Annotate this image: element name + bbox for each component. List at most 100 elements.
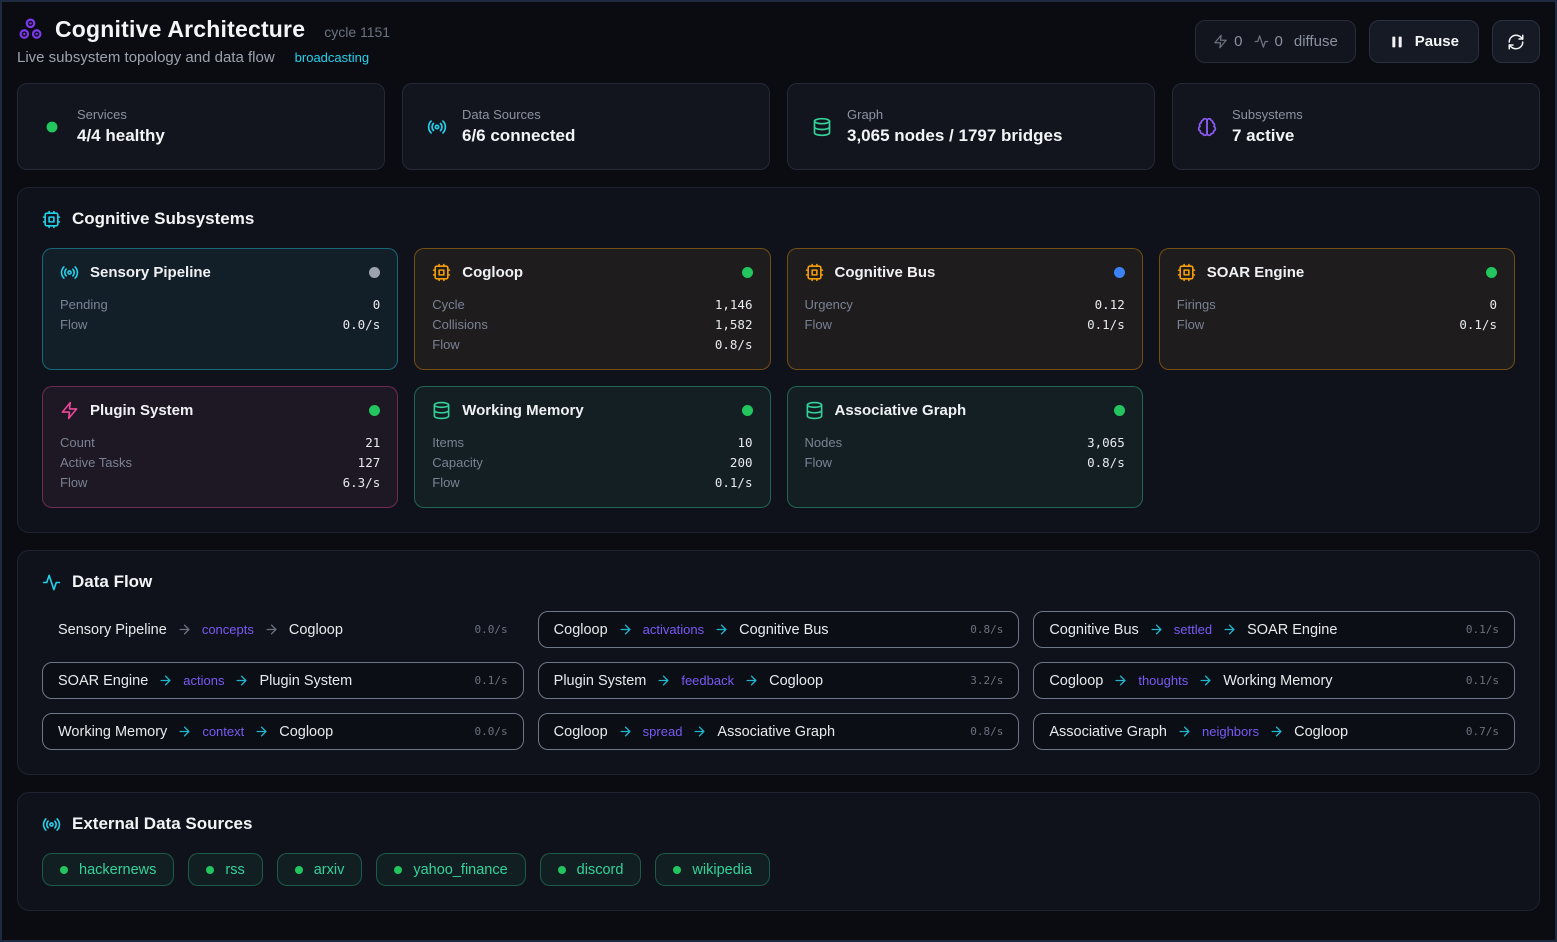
flow-target: Cogloop xyxy=(279,723,334,740)
page-subtitle: Live subsystem topology and data flow xyxy=(17,49,275,66)
arrow-right-icon xyxy=(1269,724,1284,739)
stat-label: Subsystems xyxy=(1232,107,1303,122)
subsystem-stat-row: Flow 6.3/s xyxy=(60,473,380,493)
stat-value: 127 xyxy=(357,455,381,470)
stat-label: Count xyxy=(60,435,95,450)
stat-label: Flow xyxy=(60,475,88,490)
cpu-icon xyxy=(42,210,61,229)
stat-card-subsystems: Subsystems 7 active xyxy=(1172,83,1540,170)
subsystem-card-cognitive-bus: Cognitive Bus Urgency 0.12 Flow 0.1/s xyxy=(786,248,1143,370)
stat-value: 0 xyxy=(372,297,381,312)
flow-source: Plugin System xyxy=(553,672,647,689)
subsystem-stat-row: Cycle 1,146 xyxy=(432,295,752,315)
subsystem-stat-row: Capacity 200 xyxy=(432,453,752,473)
stat-label: Collisions xyxy=(432,317,488,332)
flow-chip-cogloop-working-memory: Cogloop thoughts Working Memory 0.1/s xyxy=(1033,662,1515,699)
stat-label: Items xyxy=(432,435,465,450)
radio-icon xyxy=(60,263,79,282)
subsystem-stat-row: Nodes 3,065 xyxy=(805,433,1125,453)
arrow-right-icon xyxy=(234,673,249,688)
flow-target: Cogloop xyxy=(1294,723,1349,740)
stat-label: Flow xyxy=(432,337,460,352)
flow-rate: 0.8/s xyxy=(970,623,1004,636)
arrow-right-icon xyxy=(1177,724,1192,739)
zap-icon xyxy=(1213,34,1228,49)
sources-pill-row: hackernews rss arxiv yahoo_finance discord wi… xyxy=(42,853,1515,886)
stat-value: 4/4 healthy xyxy=(77,126,165,145)
flow-label: context xyxy=(202,724,245,739)
cpu-icon xyxy=(1177,263,1196,282)
subsystem-name: Working Memory xyxy=(462,402,584,419)
subsystem-card-sensory-pipeline: Sensory Pipeline Pending 0 Flow 0.0/s xyxy=(42,248,399,370)
broadcast-status: broadcasting xyxy=(294,50,370,65)
page-title: Cognitive Architecture xyxy=(55,16,306,42)
arrow-right-icon xyxy=(177,724,192,739)
stat-label: Data Sources xyxy=(462,107,541,122)
status-dot xyxy=(394,865,403,874)
flow-label: spread xyxy=(642,724,683,739)
subsystem-card-working-memory: Working Memory Items 10 Capacity 200 Flow 0.1/… xyxy=(414,386,771,508)
flow-label: actions xyxy=(183,673,225,688)
arrow-right-icon xyxy=(158,673,173,688)
flow-rate: 3.2/s xyxy=(970,674,1004,687)
refresh-button[interactable] xyxy=(1492,20,1540,63)
stat-card-data-sources: Data Sources 6/6 connected xyxy=(402,83,770,170)
status-dot xyxy=(1113,267,1125,278)
flow-source: Associative Graph xyxy=(1049,723,1167,740)
flow-rate: 0.0/s xyxy=(474,623,508,636)
flow-source: Cogloop xyxy=(553,723,608,740)
status-dot xyxy=(673,865,682,874)
radio-icon xyxy=(42,815,61,834)
stats-row: Services 4/4 healthy Data Sources 6/6 conne… xyxy=(17,83,1540,170)
flow-target: SOAR Engine xyxy=(1247,621,1338,638)
flow-chip-cogloop-cognitive-bus: Cogloop activations Cognitive Bus 0.8/s xyxy=(537,611,1020,648)
flow-label: neighbors xyxy=(1202,724,1260,739)
stat-value: 0.1/s xyxy=(1459,317,1497,332)
flow-chip-working-memory-cogloop: Working Memory context Cogloop 0.0/s xyxy=(42,713,524,750)
flow-chip-sensory-pipeline-cogloop: Sensory Pipeline concepts Cogloop 0.0/s xyxy=(42,611,524,648)
flow-target: Associative Graph xyxy=(717,723,836,740)
flow-target: Working Memory xyxy=(1223,672,1333,689)
arrow-right-icon xyxy=(1222,622,1237,637)
flow-source: Sensory Pipeline xyxy=(58,621,167,638)
dataflow-title: Data Flow xyxy=(72,572,153,591)
flow-rate: 0.7/s xyxy=(1465,725,1499,738)
flow-source: Cogloop xyxy=(1049,672,1104,689)
subsystem-card-cogloop: Cogloop Cycle 1,146 Collisions 1,582 Flow 0.8/… xyxy=(414,248,771,370)
flow-chip-cognitive-bus-soar-engine: Cognitive Bus settled SOAR Engine 0.1/s xyxy=(1033,611,1515,648)
arrow-right-icon xyxy=(177,622,192,637)
activity-icon xyxy=(42,573,61,592)
subsystem-stat-row: Active Tasks 127 xyxy=(60,453,380,473)
subsystem-stat-row: Firings 0 xyxy=(1177,295,1497,315)
flow-rate: 0.1/s xyxy=(1465,623,1499,636)
subsystem-name: Plugin System xyxy=(90,402,194,419)
subsystem-stat-row: Count 21 xyxy=(60,433,380,453)
subsystem-stat-row: Flow 0.1/s xyxy=(432,473,752,493)
stat-value: 6/6 connected xyxy=(462,126,576,145)
subsystem-name: Cogloop xyxy=(462,264,524,281)
subsystem-stat-row: Flow 0.1/s xyxy=(805,315,1125,335)
flow-label: activations xyxy=(642,622,705,637)
subsystem-name: Associative Graph xyxy=(834,402,967,419)
arrow-right-icon xyxy=(692,724,707,739)
cycle-counter: cycle 1151 xyxy=(324,23,391,40)
stat-value: 0.1/s xyxy=(714,475,753,490)
database-icon xyxy=(812,117,832,137)
stat-label: Firings xyxy=(1176,297,1216,312)
zap-icon xyxy=(60,401,79,420)
subsystem-stat-row: Collisions 1,582 xyxy=(432,315,752,335)
source-pill-wikipedia: wikipedia xyxy=(655,853,771,886)
stat-label: Urgency xyxy=(804,297,853,312)
pause-button[interactable]: Pause xyxy=(1368,20,1479,63)
source-pill-yahoo-finance: yahoo_finance xyxy=(376,853,526,886)
brain-icon xyxy=(1197,117,1217,137)
subsystem-stat-row: Flow 0.8/s xyxy=(805,453,1125,473)
stat-label: Pending xyxy=(60,297,108,312)
sources-panel: External Data Sources hackernews rss arxiv… xyxy=(17,792,1540,911)
flow-source: Working Memory xyxy=(58,723,168,740)
source-name: yahoo_finance xyxy=(413,861,508,878)
dataflow-grid: Sensory Pipeline concepts Cogloop 0.0/s Cogl… xyxy=(42,611,1515,750)
stat-value: 3,065 xyxy=(1087,435,1125,450)
subsystem-card-soar-engine: SOAR Engine Firings 0 Flow 0.1/s xyxy=(1158,248,1515,370)
source-name: rss xyxy=(225,861,245,878)
